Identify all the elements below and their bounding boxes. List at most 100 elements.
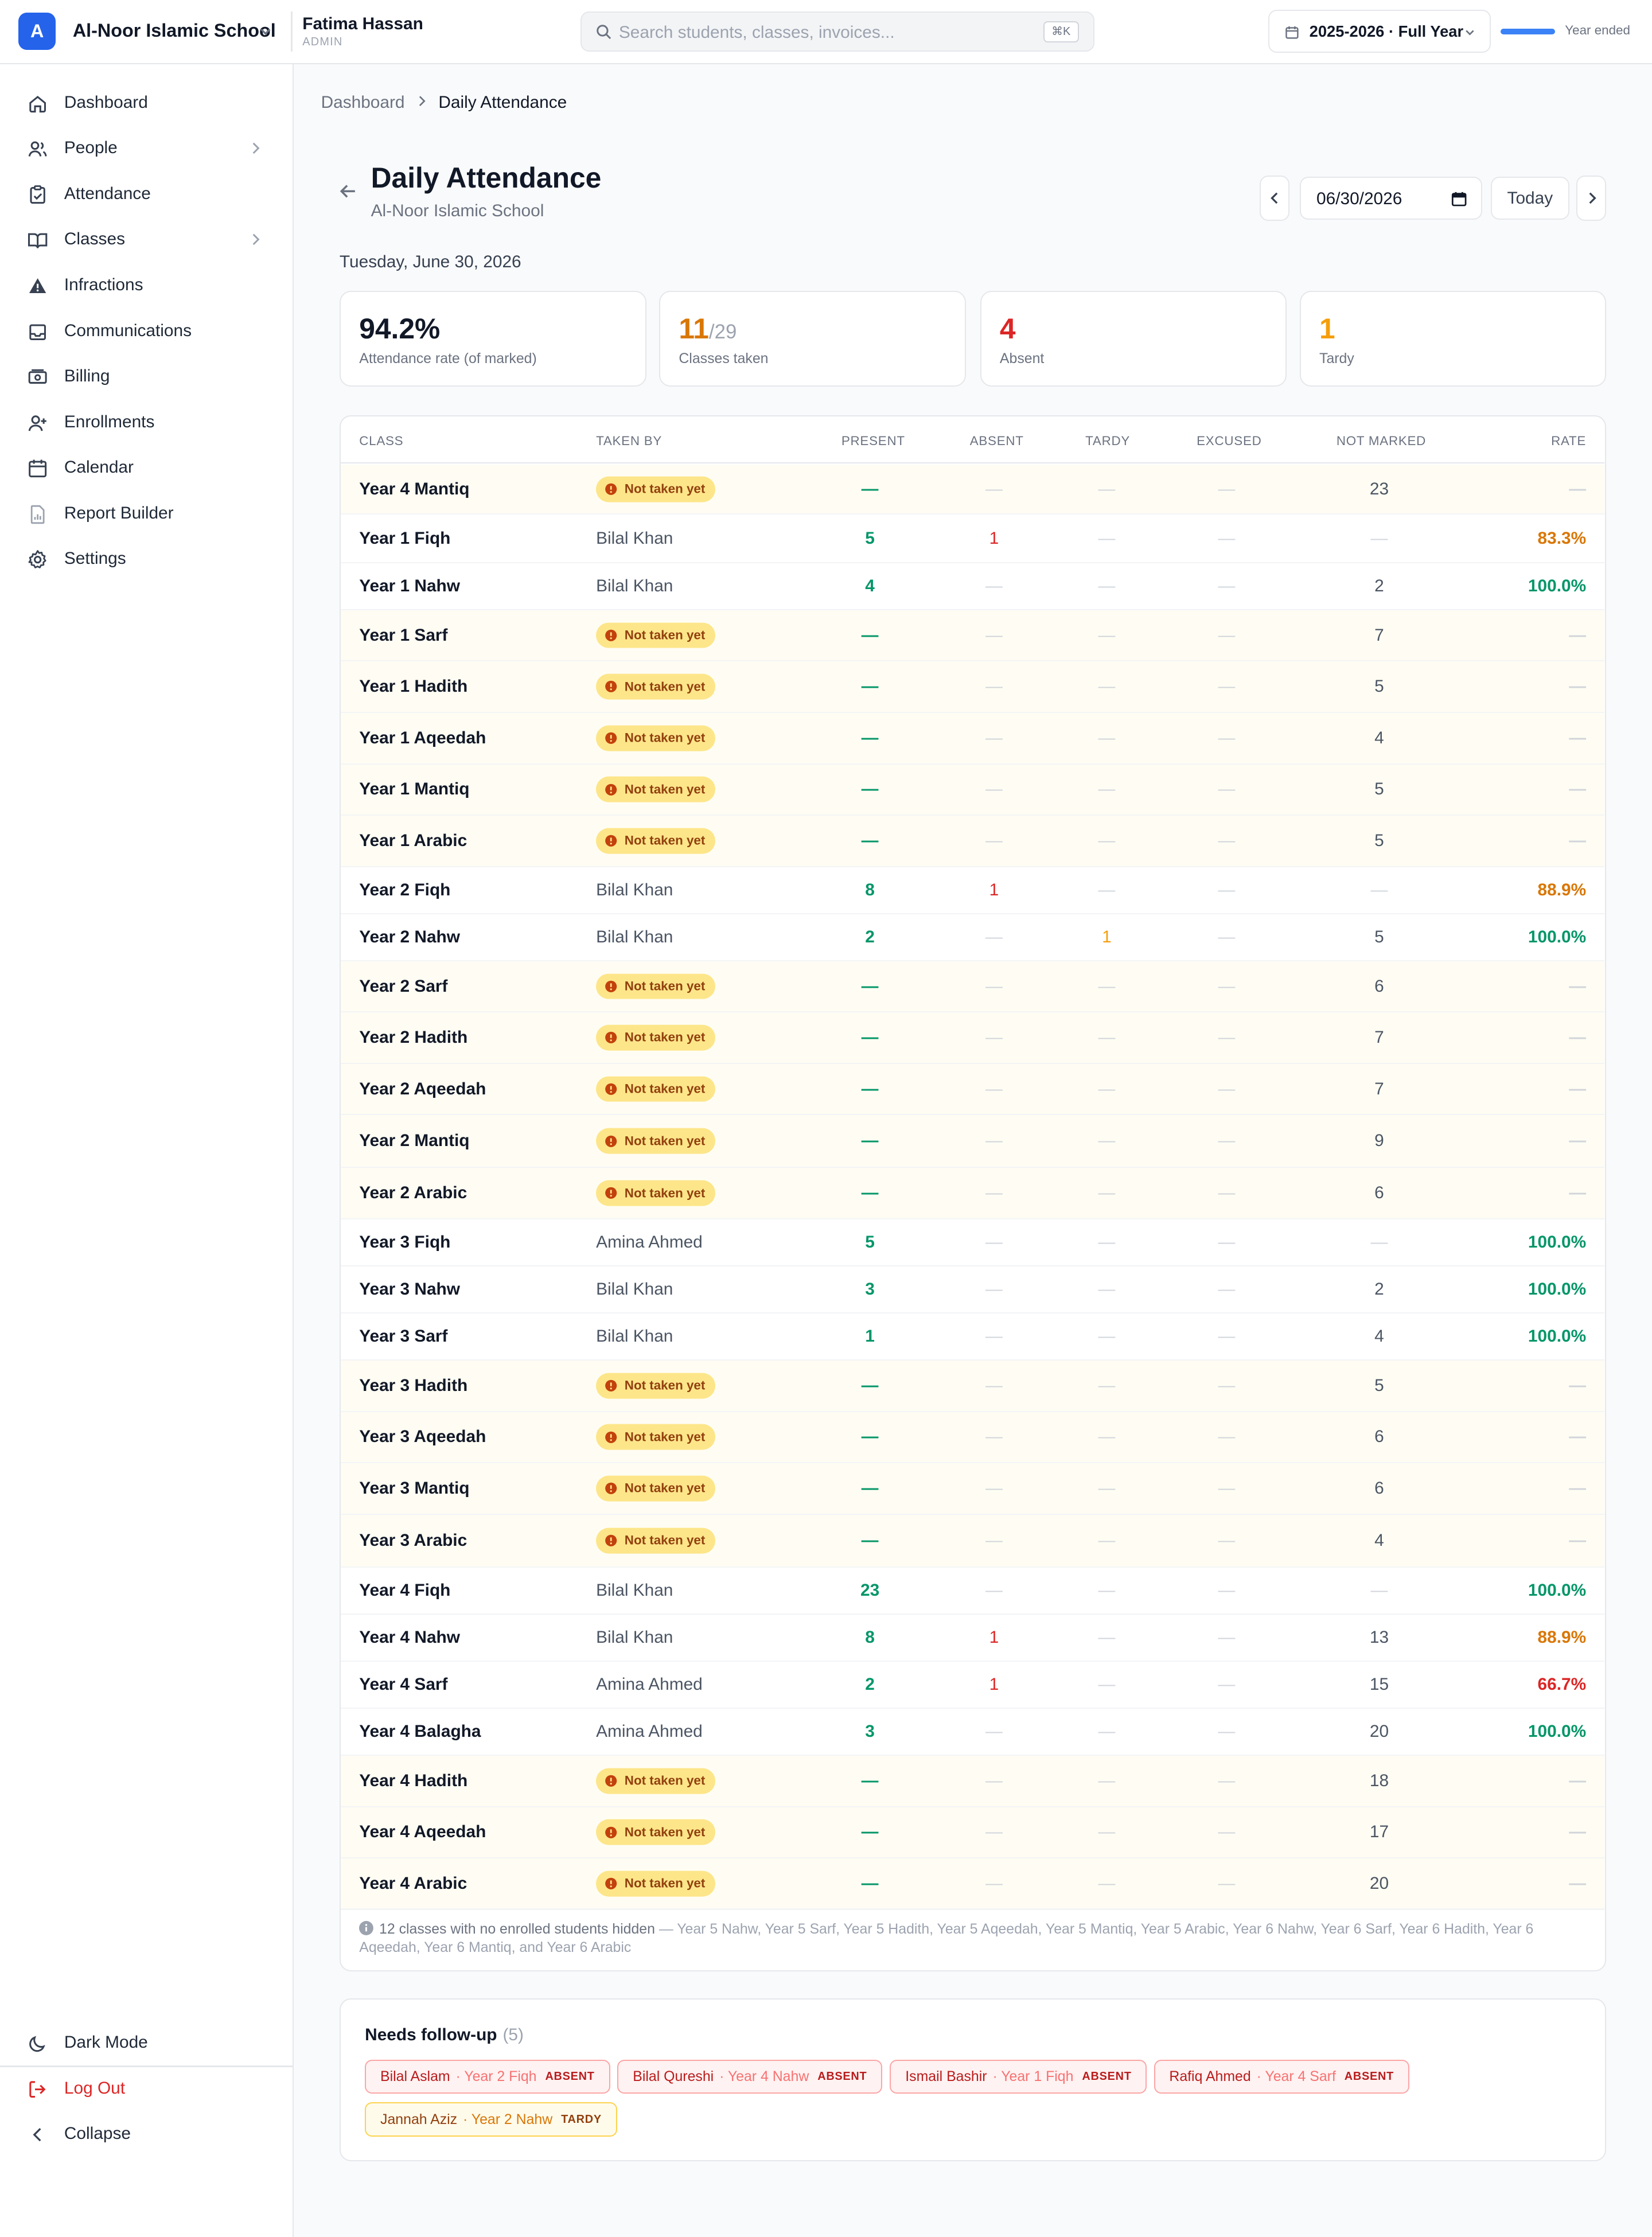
column-header-excused[interactable]: EXCUSED bbox=[1197, 434, 1261, 449]
table-row[interactable]: Year 1 Sarf Not taken yet — — — — 7 — bbox=[340, 610, 1605, 662]
column-header-present[interactable]: PRESENT bbox=[841, 434, 905, 449]
table-row[interactable]: Year 1 Nahw Bilal Khan 4 — — — 2 100.0% bbox=[340, 563, 1605, 610]
table-row[interactable]: Year 4 Aqeedah Not taken yet — — — — 17 — bbox=[340, 1807, 1605, 1859]
dark-mode-toggle[interactable]: Dark Mode bbox=[14, 2023, 280, 2063]
table-row[interactable]: Year 2 Aqeedah Not taken yet — — — — 7 — bbox=[340, 1063, 1605, 1116]
search-input[interactable] bbox=[618, 18, 1033, 47]
sidebar-item-dashboard[interactable]: Dashboard bbox=[14, 83, 280, 123]
class-name[interactable]: Year 4 Nahw bbox=[359, 1628, 460, 1647]
sidebar-item-settings[interactable]: Settings bbox=[14, 539, 280, 579]
table-row[interactable]: Year 2 Mantiq Not taken yet — — — — 9 — bbox=[340, 1115, 1605, 1168]
class-name[interactable]: Year 4 Hadith bbox=[359, 1771, 467, 1791]
class-name[interactable]: Year 2 Sarf bbox=[359, 977, 447, 996]
logout-button[interactable]: Log Out bbox=[14, 2068, 280, 2109]
class-name[interactable]: Year 2 Aqeedah bbox=[359, 1079, 486, 1099]
table-row[interactable]: Year 4 Fiqh Bilal Khan 23 — — — — 100.0% bbox=[340, 1568, 1605, 1615]
table-row[interactable]: Year 4 Hadith Not taken yet — — — — 18 — bbox=[340, 1756, 1605, 1807]
table-row[interactable]: Year 1 Mantiq Not taken yet — — — — 5 — bbox=[340, 764, 1605, 816]
table-row[interactable]: Year 2 Fiqh Bilal Khan 8 1 — — — 88.9% bbox=[340, 867, 1605, 914]
class-name[interactable]: Year 3 Aqeedah bbox=[359, 1427, 486, 1447]
class-name[interactable]: Year 4 Sarf bbox=[359, 1675, 447, 1694]
class-name[interactable]: Year 3 Mantiq bbox=[359, 1479, 469, 1498]
table-row[interactable]: Year 3 Aqeedah Not taken yet — — — — 6 — bbox=[340, 1412, 1605, 1464]
school-switcher[interactable]: Al-Noor Islamic School bbox=[73, 20, 276, 41]
class-name[interactable]: Year 2 Fiqh bbox=[359, 880, 450, 900]
sidebar-item-billing[interactable]: Billing bbox=[14, 357, 280, 397]
school-year-selector[interactable]: 2025-2026 · Full Year bbox=[1268, 10, 1491, 53]
table-row[interactable]: Year 1 Aqeedah Not taken yet — — — — 4 — bbox=[340, 713, 1605, 765]
table-row[interactable]: Year 2 Arabic Not taken yet — — — — 6 — bbox=[340, 1168, 1605, 1219]
column-header-not-marked[interactable]: NOT MARKED bbox=[1337, 434, 1426, 449]
class-name[interactable]: Year 1 Sarf bbox=[359, 626, 447, 645]
table-row[interactable]: Year 2 Hadith Not taken yet — — — — 7 — bbox=[340, 1012, 1605, 1064]
table-row[interactable]: Year 3 Mantiq Not taken yet — — — — 6 — bbox=[340, 1463, 1605, 1515]
table-row[interactable]: Year 4 Mantiq Not taken yet — — — — 23 — bbox=[340, 465, 1605, 515]
class-name[interactable]: Year 3 Fiqh bbox=[359, 1233, 450, 1252]
table-row[interactable]: Year 4 Nahw Bilal Khan 8 1 — — 13 88.9% bbox=[340, 1615, 1605, 1662]
class-name[interactable]: Year 1 Aqeedah bbox=[359, 728, 486, 748]
sidebar-item-people[interactable]: People bbox=[14, 128, 280, 169]
class-name[interactable]: Year 4 Aqeedah bbox=[359, 1822, 486, 1842]
table-row[interactable]: Year 1 Fiqh Bilal Khan 5 1 — — — 83.3% bbox=[340, 515, 1605, 563]
school-logo[interactable]: A bbox=[18, 13, 56, 50]
sidebar-item-communications[interactable]: Communications bbox=[14, 311, 280, 351]
class-name[interactable]: Year 4 Fiqh bbox=[359, 1581, 450, 1600]
column-header-taken-by[interactable]: TAKEN BY bbox=[596, 434, 662, 449]
sidebar-item-classes[interactable]: Classes bbox=[14, 220, 280, 260]
class-name[interactable]: Year 1 Fiqh bbox=[359, 529, 450, 548]
table-row[interactable]: Year 3 Hadith Not taken yet — — — — 5 — bbox=[340, 1361, 1605, 1412]
class-name[interactable]: Year 2 Arabic bbox=[359, 1183, 467, 1203]
present-count: 3 bbox=[865, 1722, 875, 1741]
collapse-sidebar-button[interactable]: Collapse bbox=[14, 2114, 280, 2154]
table-row[interactable]: Year 4 Balagha Amina Ahmed 3 — — — 20 100.0% bbox=[340, 1709, 1605, 1756]
class-name[interactable]: Year 4 Balagha bbox=[359, 1722, 481, 1741]
table-row[interactable]: Year 3 Sarf Bilal Khan 1 — — — 4 100.0% bbox=[340, 1314, 1605, 1361]
previous-day-button[interactable] bbox=[1260, 175, 1290, 221]
breadcrumb-dashboard-link[interactable]: Dashboard bbox=[321, 93, 405, 112]
calendar-icon[interactable] bbox=[1451, 191, 1467, 206]
table-row[interactable]: Year 1 Arabic Not taken yet — — — — 5 — bbox=[340, 816, 1605, 867]
class-name[interactable]: Year 4 Arabic bbox=[359, 1874, 467, 1893]
class-name[interactable]: Year 2 Mantiq bbox=[359, 1131, 469, 1151]
follow-up-chip[interactable]: Ismail Bashir · Year 1 Fiqh ABSENT bbox=[890, 2059, 1147, 2094]
today-button[interactable]: Today bbox=[1490, 177, 1569, 220]
class-name[interactable]: Year 3 Sarf bbox=[359, 1327, 447, 1346]
follow-up-chip[interactable]: Jannah Aziz · Year 2 Nahw TARDY bbox=[365, 2102, 617, 2137]
sidebar-item-report-builder[interactable]: Report Builder bbox=[14, 494, 280, 534]
sidebar-item-calendar[interactable]: Calendar bbox=[14, 448, 280, 488]
class-name[interactable]: Year 2 Hadith bbox=[359, 1028, 467, 1047]
class-name[interactable]: Year 4 Mantiq bbox=[359, 480, 469, 499]
table-row[interactable]: Year 4 Arabic Not taken yet — — — — 20 — bbox=[340, 1858, 1605, 1910]
class-name[interactable]: Year 1 Arabic bbox=[359, 831, 467, 851]
class-name[interactable]: Year 3 Nahw bbox=[359, 1280, 460, 1299]
class-name[interactable]: Year 1 Nahw bbox=[359, 576, 460, 596]
class-name[interactable]: Year 3 Hadith bbox=[359, 1376, 467, 1396]
follow-up-chip[interactable]: Rafiq Ahmed · Year 4 Sarf ABSENT bbox=[1154, 2059, 1409, 2094]
class-name[interactable]: Year 2 Nahw bbox=[359, 927, 460, 947]
sidebar-item-attendance[interactable]: Attendance bbox=[14, 174, 280, 214]
table-row[interactable]: Year 3 Fiqh Amina Ahmed 5 — — — — 100.0% bbox=[340, 1219, 1605, 1266]
column-header-tardy[interactable]: TARDY bbox=[1085, 434, 1130, 449]
table-row[interactable]: Year 3 Arabic Not taken yet — — — — 4 — bbox=[340, 1514, 1605, 1568]
next-day-button[interactable] bbox=[1576, 175, 1607, 221]
chevron-down-icon[interactable] bbox=[257, 23, 274, 40]
class-name[interactable]: Year 1 Mantiq bbox=[359, 780, 469, 799]
table-row[interactable]: Year 1 Hadith Not taken yet — — — — 5 — bbox=[340, 661, 1605, 714]
sidebar-item-enrollments[interactable]: Enrollments bbox=[14, 402, 280, 442]
date-picker-input[interactable]: 06/30/2026 bbox=[1299, 177, 1483, 220]
sidebar-item-infractions[interactable]: Infractions bbox=[14, 266, 280, 306]
column-header-class[interactable]: CLASS bbox=[359, 434, 403, 449]
class-name[interactable]: Year 3 Arabic bbox=[359, 1531, 467, 1550]
class-name[interactable]: Year 1 Hadith bbox=[359, 677, 467, 696]
back-arrow-icon[interactable] bbox=[338, 181, 358, 201]
clock-alert-icon bbox=[605, 1775, 617, 1787]
table-row[interactable]: Year 4 Sarf Amina Ahmed 2 1 — — 15 66.7% bbox=[340, 1662, 1605, 1709]
table-row[interactable]: Year 3 Nahw Bilal Khan 3 — — — 2 100.0% bbox=[340, 1266, 1605, 1314]
follow-up-chip[interactable]: Bilal Aslam · Year 2 Fiqh ABSENT bbox=[365, 2059, 610, 2094]
column-header-rate[interactable]: RATE bbox=[1551, 434, 1586, 449]
table-row[interactable]: Year 2 Sarf Not taken yet — — — — 6 — bbox=[340, 961, 1605, 1013]
search-box[interactable]: ⌘K bbox=[580, 11, 1094, 52]
table-row[interactable]: Year 2 Nahw Bilal Khan 2 — 1 — 5 100.0% bbox=[340, 914, 1605, 961]
follow-up-chip[interactable]: Bilal Qureshi · Year 4 Nahw ABSENT bbox=[617, 2059, 883, 2094]
column-header-absent[interactable]: ABSENT bbox=[970, 434, 1024, 449]
